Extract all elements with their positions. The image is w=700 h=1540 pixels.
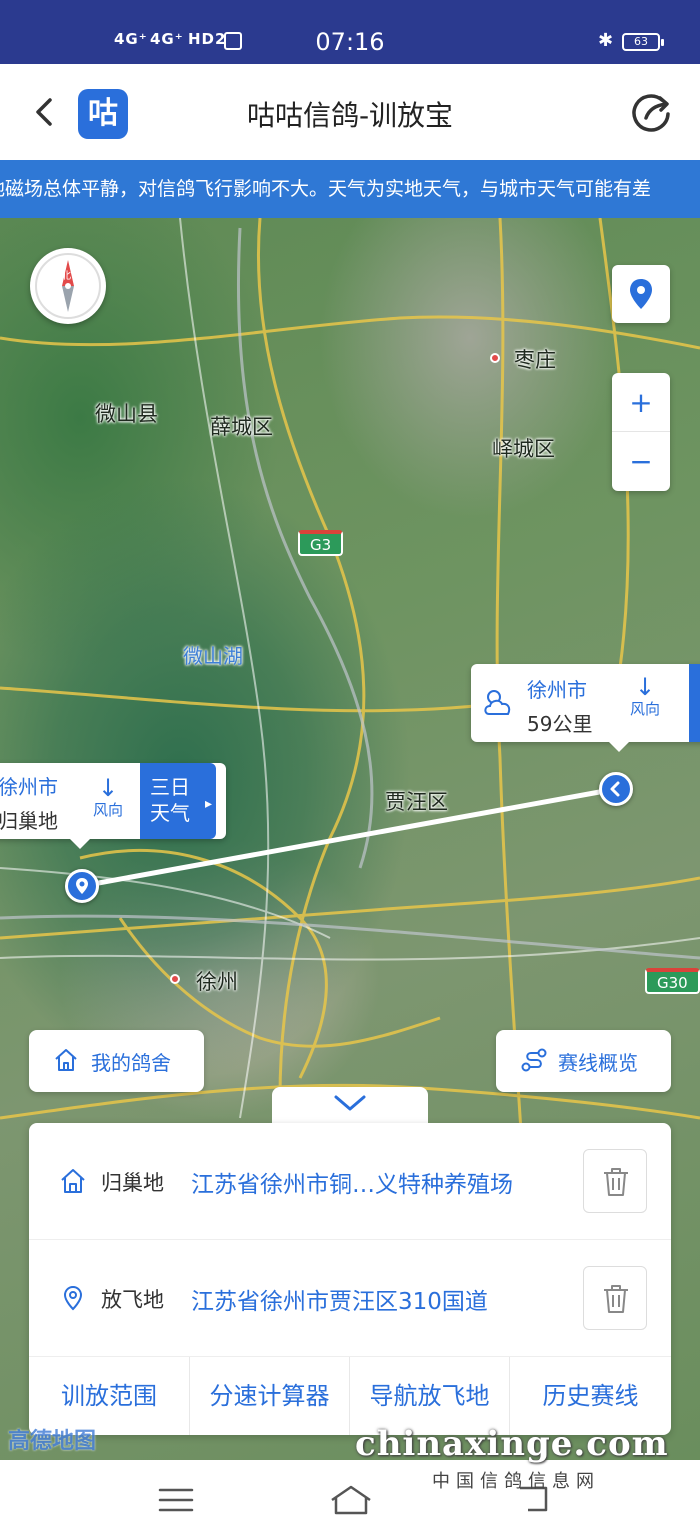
home-label: 归巢地 — [101, 1171, 164, 1195]
map-label-weishan-lake: 微山湖 — [183, 644, 243, 668]
menu-icon — [158, 1488, 194, 1512]
delete-home-button[interactable] — [583, 1149, 647, 1213]
my-loft-label: 我的鸽舍 — [91, 1051, 171, 1075]
home-type: 归巢地 — [0, 809, 58, 833]
location-pin-icon — [59, 1284, 87, 1312]
trash-icon — [604, 1168, 628, 1196]
map-label-jiawang: 贾汪区 — [385, 790, 448, 814]
home-icon — [53, 1047, 79, 1078]
trash-icon — [604, 1285, 628, 1313]
wind-arrow-icon: ↓ — [97, 774, 119, 802]
locate-button[interactable] — [612, 265, 670, 323]
page-title: 咕咕信鸽-训放宝 — [246, 99, 454, 132]
route-panel: 归巢地 江苏省徐州市铜…义特种养殖场 放飞地 江苏省徐州市贾汪区310国道 训放… — [29, 1123, 671, 1435]
route-overview-label: 赛线概览 — [558, 1051, 638, 1075]
watermark: chinaxinge.com — [355, 1424, 669, 1464]
notice-text: 地磁场总体平静，对信鸽飞行影响不大。天气为实地天气，与城市天气可能有差 — [0, 178, 652, 200]
zoom-control: + − — [612, 373, 670, 491]
home-wind[interactable]: ↓ 风向 — [86, 774, 130, 820]
release-row[interactable]: 放飞地 江苏省徐州市贾汪区310国道 — [29, 1240, 671, 1357]
road-shield-g3: G3 — [298, 530, 344, 556]
road-shield-g30: G30 — [645, 968, 700, 994]
title-bar: 咕 咕咕信鸽-训放宝 — [0, 64, 700, 160]
map-label-weishan-county: 微山县 — [95, 402, 158, 426]
map-provider-logo: 高德地图 — [8, 1429, 97, 1454]
compass-north-label: 北 — [61, 271, 71, 282]
bluetooth-icon: ✱ — [598, 30, 614, 51]
home-icon — [331, 1485, 371, 1515]
delete-release-button[interactable] — [583, 1266, 647, 1330]
location-pin-icon — [76, 878, 88, 894]
chevron-down-icon — [334, 1095, 366, 1111]
home-weather-callout[interactable]: 徐州市 归巢地 ↓ 风向 三日 天气 ▸ — [0, 763, 226, 849]
clock: 07:16 — [315, 28, 385, 56]
battery-indicator: 63 — [622, 33, 664, 51]
release-wind[interactable]: ↓ 风向 — [623, 673, 667, 719]
map-view[interactable]: 北 + − 枣庄 微山县 薛城区 峄城区 微山湖 贾汪区 徐州 G3 G30 徐… — [0, 218, 700, 1460]
home-address[interactable]: 江苏省徐州市铜…义特种养殖场 — [191, 1165, 513, 1199]
release-city: 徐州市 — [527, 678, 587, 702]
collapse-panel-button[interactable] — [272, 1087, 428, 1127]
home-icon — [59, 1167, 87, 1195]
watermark-subtitle: 中国信鸽信息网 — [432, 1471, 600, 1492]
home-city: 徐州市 — [0, 775, 58, 799]
status-bar: 4G⁺ 4G⁺ HD2 07:16 ✱ 63 — [0, 0, 700, 64]
release-label: 放飞地 — [101, 1288, 164, 1312]
release-point-marker[interactable] — [599, 772, 633, 806]
map-label-yicheng: 峄城区 — [492, 437, 555, 461]
map-label-xuzhou: 徐州 — [196, 970, 238, 994]
release-three-day-tab[interactable] — [689, 664, 700, 742]
my-loft-button[interactable]: 我的鸽舍 — [29, 1030, 204, 1092]
zoom-in-button[interactable]: + — [612, 373, 670, 432]
release-weather-callout[interactable]: 徐州市 59公里 ↓ 风向 — [471, 664, 700, 752]
route-overview-button[interactable]: 赛线概览 — [496, 1030, 671, 1092]
home-nav-button[interactable] — [328, 1482, 374, 1518]
tab-speed-calculator[interactable]: 分速计算器 — [189, 1357, 349, 1435]
partly-cloudy-icon — [481, 686, 517, 722]
route-icon — [520, 1047, 548, 1078]
share-button[interactable] — [632, 92, 674, 134]
home-wind-label: 风向 — [92, 801, 123, 819]
release-address[interactable]: 江苏省徐州市贾汪区310国道 — [191, 1282, 488, 1316]
notice-marquee: 地磁场总体平静，对信鸽飞行影响不大。天气为实地天气，与城市天气可能有差 — [0, 160, 700, 218]
city-dot — [490, 353, 500, 363]
three-day-weather-button[interactable]: 三日 天气 ▸ — [140, 763, 216, 839]
city-dot — [170, 974, 180, 984]
home-point-marker[interactable] — [65, 869, 99, 903]
zoom-out-button[interactable]: − — [612, 432, 670, 491]
chevron-right-icon: ▸ — [204, 796, 212, 812]
map-label-zaozhuang: 枣庄 — [514, 348, 556, 372]
map-label-xuecheng: 薛城区 — [210, 415, 273, 439]
compass[interactable]: 北 — [30, 248, 106, 324]
home-row[interactable]: 归巢地 江苏省徐州市铜…义特种养殖场 — [29, 1123, 671, 1240]
menu-button[interactable] — [156, 1482, 196, 1518]
release-distance: 59公里 — [527, 712, 593, 736]
wind-arrow-icon: ↓ — [634, 673, 656, 701]
compass-icon — [35, 253, 101, 319]
location-pin-icon — [630, 279, 652, 309]
release-wind-label: 风向 — [629, 700, 660, 718]
share-icon — [632, 94, 670, 132]
chevron-left-icon — [610, 781, 620, 797]
